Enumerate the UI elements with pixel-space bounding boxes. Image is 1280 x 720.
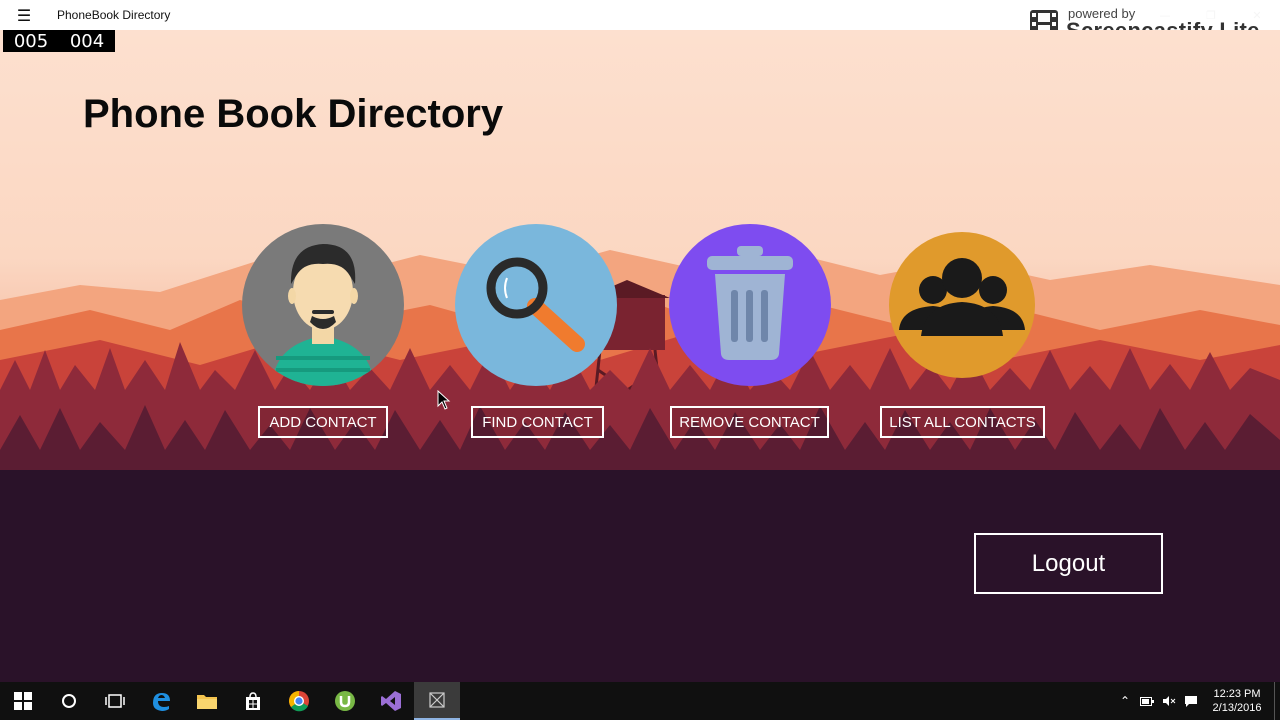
main-content: Phone Book Directory ADD CONTACT FIND CO… (0, 30, 1280, 682)
utorrent-icon[interactable] (322, 682, 368, 720)
taskbar: ⌃ 12:23 PM 2/13/2016 (0, 682, 1280, 720)
find-contact-button[interactable]: FIND CONTACT (471, 406, 604, 438)
remove-contact-button[interactable]: REMOVE CONTACT (670, 406, 829, 438)
remove-contact-avatar[interactable] (669, 224, 831, 386)
volume-muted-icon[interactable] (1158, 695, 1180, 707)
add-contact-button[interactable]: ADD CONTACT (258, 406, 388, 438)
counter-right: 004 (69, 30, 105, 52)
counter-left: 005 (13, 30, 49, 52)
task-view-icon[interactable] (92, 682, 138, 720)
window-title: PhoneBook Directory (57, 8, 171, 22)
store-icon[interactable] (230, 682, 276, 720)
trash-can-icon (707, 246, 793, 360)
magnifier-icon (486, 257, 585, 352)
add-contact-avatar[interactable] (242, 224, 404, 386)
system-tray: ⌃ 12:23 PM 2/13/2016 (1114, 682, 1280, 720)
edge-icon[interactable] (138, 682, 184, 720)
mouse-cursor-icon (437, 390, 451, 410)
hamburger-icon[interactable]: ☰ (0, 0, 48, 30)
chrome-icon[interactable] (276, 682, 322, 720)
chevron-up-icon[interactable]: ⌃ (1114, 694, 1136, 708)
person-avatar-icon (272, 244, 374, 386)
find-contact-avatar[interactable] (455, 224, 617, 386)
logout-button[interactable]: Logout (974, 533, 1163, 594)
taskbar-clock[interactable]: 12:23 PM 2/13/2016 (1202, 687, 1272, 715)
visual-studio-icon[interactable] (368, 682, 414, 720)
notifications-icon[interactable] (1180, 695, 1202, 708)
list-all-contacts-avatar[interactable] (889, 232, 1035, 378)
frame-counter: 005 004 (3, 30, 115, 52)
clock-time: 12:23 PM (1213, 688, 1261, 700)
file-explorer-icon[interactable] (184, 682, 230, 720)
page-title: Phone Book Directory (83, 92, 504, 136)
group-icon (899, 258, 1025, 336)
list-all-contacts-button[interactable]: LIST ALL CONTACTS (880, 406, 1045, 438)
clock-date: 2/13/2016 (1212, 702, 1262, 714)
cortana-icon[interactable] (46, 682, 92, 720)
app-window-icon[interactable] (414, 682, 460, 720)
show-desktop-button[interactable] (1274, 682, 1280, 720)
windows-start-icon[interactable] (0, 682, 46, 720)
battery-icon[interactable] (1136, 696, 1158, 706)
